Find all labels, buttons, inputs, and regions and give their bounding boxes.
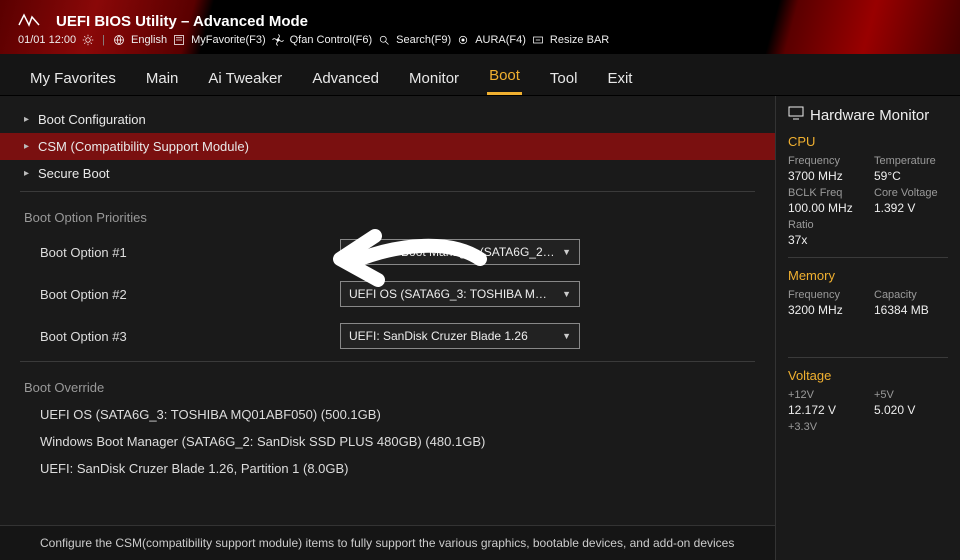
item-label: Boot Configuration: [38, 112, 146, 127]
cpu-group-title: CPU: [788, 134, 948, 149]
boot-option-2-select[interactable]: UEFI OS (SATA6G_3: TOSHIBA MQ01ABF050) ▼: [340, 281, 580, 307]
header-bar: UEFI BIOS Utility – Advanced Mode 01/01 …: [0, 0, 960, 54]
ratio-value: 37x: [788, 233, 862, 247]
boot-option-1-value: Windows Boot Manager (SATA6G_2: SanDisk …: [349, 245, 556, 259]
search-button[interactable]: Search(F9): [396, 34, 451, 46]
gear-icon[interactable]: [82, 34, 94, 46]
favorite-icon: [173, 34, 185, 46]
main-area: ▸ Boot Configuration ▸ CSM (Compatibilit…: [0, 96, 960, 560]
override-item-2[interactable]: Windows Boot Manager (SATA6G_2: SanDisk …: [0, 428, 775, 455]
boot-option-1-label: Boot Option #1: [40, 245, 340, 260]
bios-root: UEFI BIOS Utility – Advanced Mode 01/01 …: [0, 0, 960, 560]
v12-label: +12V: [788, 389, 862, 401]
ratio-label: Ratio: [788, 219, 862, 231]
hw-monitor-title: Hardware Monitor: [810, 107, 929, 124]
boot-panel: ▸ Boot Configuration ▸ CSM (Compatibilit…: [0, 96, 775, 560]
csm-item[interactable]: ▸ CSM (Compatibility Support Module): [0, 133, 775, 160]
v12-value: 12.172 V: [788, 403, 862, 417]
mem-freq-label: Frequency: [788, 289, 862, 301]
resizebar-button[interactable]: Resize BAR: [550, 34, 609, 46]
language-button[interactable]: English: [131, 34, 167, 46]
tab-advanced[interactable]: Advanced: [310, 60, 381, 95]
chevron-down-icon: ▼: [562, 247, 571, 257]
override-item-1[interactable]: UEFI OS (SATA6G_3: TOSHIBA MQ01ABF050) (…: [0, 401, 775, 428]
tab-my-favorites[interactable]: My Favorites: [28, 60, 118, 95]
rog-logo: [18, 13, 40, 30]
boot-option-3-value: UEFI: SanDisk Cruzer Blade 1.26: [349, 329, 528, 343]
boot-option-3-select[interactable]: UEFI: SanDisk Cruzer Blade 1.26 ▼: [340, 323, 580, 349]
v5-label: +5V: [874, 389, 948, 401]
search-icon: [378, 34, 390, 46]
tab-bar: My Favorites Main Ai Tweaker Advanced Mo…: [0, 54, 960, 96]
tab-tool[interactable]: Tool: [548, 60, 580, 95]
mem-freq-value: 3200 MHz: [788, 303, 862, 317]
memory-group-title: Memory: [788, 268, 948, 283]
secure-boot-item[interactable]: ▸ Secure Boot: [0, 160, 775, 187]
bclk-value: 100.00 MHz: [788, 201, 862, 215]
header-subbar: 01/01 12:00 | English MyFavorite(F3) Qfa…: [18, 34, 942, 46]
app-title: UEFI BIOS Utility – Advanced Mode: [56, 13, 308, 30]
boot-priorities-header: Boot Option Priorities: [0, 196, 775, 231]
myfavorite-button[interactable]: MyFavorite(F3): [191, 34, 266, 46]
datetime: 01/01 12:00: [18, 34, 76, 46]
qfan-button[interactable]: Qfan Control(F6): [290, 34, 373, 46]
tab-ai-tweaker[interactable]: Ai Tweaker: [206, 60, 284, 95]
vcore-value: 1.392 V: [874, 201, 948, 215]
override-item-3[interactable]: UEFI: SanDisk Cruzer Blade 1.26, Partiti…: [0, 455, 775, 482]
boot-option-2-label: Boot Option #2: [40, 287, 340, 302]
boot-configuration-item[interactable]: ▸ Boot Configuration: [0, 106, 775, 133]
resize-icon: [532, 34, 544, 46]
help-text: Configure the CSM(compatibility support …: [0, 525, 775, 560]
boot-option-2-value: UEFI OS (SATA6G_3: TOSHIBA MQ01ABF050): [349, 287, 556, 301]
bclk-label: BCLK Freq: [788, 187, 862, 199]
boot-option-3-label: Boot Option #3: [40, 329, 340, 344]
fan-icon: [272, 34, 284, 46]
boot-option-3-row: Boot Option #3 UEFI: SanDisk Cruzer Blad…: [0, 315, 775, 357]
cpu-temp-value: 59°C: [874, 169, 948, 183]
aura-icon: [457, 34, 469, 46]
tab-main[interactable]: Main: [144, 60, 181, 95]
boot-option-1-select[interactable]: Windows Boot Manager (SATA6G_2: SanDisk …: [340, 239, 580, 265]
aura-button[interactable]: AURA(F4): [475, 34, 526, 46]
cpu-temp-label: Temperature: [874, 155, 948, 167]
chevron-down-icon: ▼: [562, 289, 571, 299]
cpu-frequency-value: 3700 MHz: [788, 169, 862, 183]
mem-cap-label: Capacity: [874, 289, 948, 301]
vcore-label: Core Voltage: [874, 187, 948, 199]
voltage-group-title: Voltage: [788, 368, 948, 383]
boot-option-1-row: Boot Option #1 Windows Boot Manager (SAT…: [0, 231, 775, 273]
mem-cap-value: 16384 MB: [874, 303, 948, 317]
chevron-down-icon: ▼: [562, 331, 571, 341]
chevron-right-icon: ▸: [24, 114, 38, 125]
boot-option-2-row: Boot Option #2 UEFI OS (SATA6G_3: TOSHIB…: [0, 273, 775, 315]
chevron-right-icon: ▸: [24, 141, 38, 152]
boot-override-header: Boot Override: [0, 366, 775, 401]
item-label: CSM (Compatibility Support Module): [38, 139, 249, 154]
tab-exit[interactable]: Exit: [605, 60, 634, 95]
v5-value: 5.020 V: [874, 403, 948, 417]
tab-monitor[interactable]: Monitor: [407, 60, 461, 95]
cpu-frequency-label: Frequency: [788, 155, 862, 167]
v33-label: +3.3V: [788, 421, 862, 433]
monitor-icon: [788, 106, 804, 124]
hardware-monitor-panel: Hardware Monitor CPU Frequency 3700 MHz T…: [775, 96, 960, 560]
item-label: Secure Boot: [38, 166, 110, 181]
globe-icon: [113, 34, 125, 46]
tab-boot[interactable]: Boot: [487, 57, 522, 95]
chevron-right-icon: ▸: [24, 168, 38, 179]
